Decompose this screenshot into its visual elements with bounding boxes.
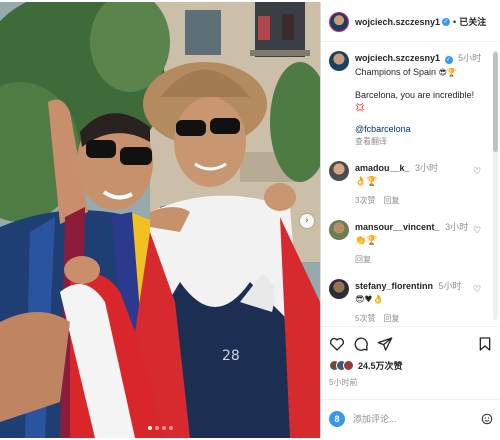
carousel-dot	[168, 426, 173, 430]
comment-time: 3小时	[445, 222, 469, 232]
chevron-right-icon[interactable]: ›	[300, 214, 314, 228]
caption-time: 5小时	[458, 53, 482, 63]
comment-time: 3小时	[415, 163, 439, 173]
commenter-avatar[interactable]	[329, 279, 349, 299]
comment-time: 5小时	[438, 281, 462, 291]
reply-button[interactable]: 回复	[383, 196, 399, 205]
verified-badge-icon: ✓	[444, 56, 453, 64]
commenter-username[interactable]: amadou__k_	[355, 163, 410, 173]
instagram-post-window: 28 › wojciech.szczesny1 ✓ • 已关注 wojciech…	[0, 0, 500, 440]
action-icon-row	[329, 335, 493, 353]
post-side-panel: wojciech.szczesny1 ✓ • 已关注 wojciech.szcz…	[320, 2, 500, 438]
carousel-dot	[147, 426, 152, 430]
commenter-username[interactable]: stefany_florentinn	[355, 281, 433, 291]
caption-line-1: Champions of Spain 😎🏆	[355, 66, 483, 79]
comment-meta: 3次赞 回复	[355, 195, 483, 206]
svg-text:28: 28	[222, 348, 240, 364]
carousel-dot	[161, 426, 166, 430]
comment-item: stefany_florentinn 5小时 😎♥👌 5次赞 回复 ♡	[329, 279, 483, 324]
comment-input[interactable]	[353, 413, 477, 424]
post-photo[interactable]: 28 ›	[0, 2, 320, 438]
current-user-avatar: 8	[329, 410, 345, 427]
post-caption: wojciech.szczesny1 ✓ 5小时 Champions of Sp…	[329, 51, 483, 147]
share-icon[interactable]	[377, 336, 393, 352]
scrollbar-thumb[interactable]	[493, 52, 498, 152]
comment-text: 👌🏆	[355, 177, 378, 187]
post-timestamp[interactable]: 5小时前	[329, 377, 493, 388]
comment-meta: 回复	[355, 254, 483, 265]
post-actions: 24.5万次赞 5小时前 8	[321, 326, 500, 438]
comment-like-count[interactable]: 5次赞	[355, 314, 375, 323]
photo-illustration: 28	[0, 2, 320, 438]
commenter-avatar[interactable]	[329, 161, 349, 181]
likes-row: 24.5万次赞	[329, 359, 493, 372]
caption-username[interactable]: wojciech.szczesny1	[355, 53, 440, 63]
dot-separator: •	[453, 16, 457, 27]
reply-button[interactable]: 回复	[383, 314, 399, 323]
caption-emoji-2: 💢	[355, 103, 365, 112]
follow-status-button[interactable]: 已关注	[459, 15, 486, 28]
author-avatar[interactable]	[329, 11, 349, 32]
caption-text-1: Champions of Spain	[355, 67, 437, 77]
mention-link[interactable]: @fcbarcelona	[355, 124, 483, 134]
comment-item: amadou__k_ 3小时 👌🏆 3次赞 回复 ♡	[329, 161, 483, 206]
heart-icon[interactable]: ♡	[473, 226, 483, 236]
reply-button[interactable]: 回复	[355, 255, 371, 264]
comment-composer: 8	[321, 399, 500, 437]
see-translation-link[interactable]: 查看翻译	[355, 136, 483, 147]
liker-avatars[interactable]	[329, 360, 354, 371]
carousel-dots	[0, 426, 320, 430]
comment-text: 👏🏆	[355, 236, 378, 246]
caption-emoji-1: 😎🏆	[438, 68, 457, 77]
commenter-username[interactable]: mansour__vincent_	[355, 222, 440, 232]
comment-item: mansour__vincent_ 3小时 👏🏆 回复 ♡	[329, 220, 483, 265]
comments-list[interactable]: wojciech.szczesny1 ✓ 5小时 Champions of Sp…	[321, 43, 491, 326]
post-header: wojciech.szczesny1 ✓ • 已关注	[321, 2, 500, 42]
liker-avatar	[343, 360, 354, 371]
caption-line-2: Barcelona, you are incredible! 💢	[355, 89, 483, 114]
comment-text: 😎♥👌	[355, 295, 384, 305]
comment-icon[interactable]	[353, 336, 369, 352]
comments-scrollbar[interactable]	[493, 50, 498, 320]
like-count[interactable]: 24.5万次赞	[358, 359, 403, 372]
caption-text-2: Barcelona, you are incredible!	[355, 90, 475, 100]
heart-icon[interactable]: ♡	[473, 167, 483, 177]
carousel-dot	[154, 426, 159, 430]
commenter-avatar[interactable]	[329, 220, 349, 240]
comment-like-count[interactable]: 3次赞	[355, 196, 375, 205]
heart-icon[interactable]	[329, 336, 345, 352]
smiley-icon[interactable]	[481, 413, 493, 425]
bookmark-icon[interactable]	[477, 336, 493, 352]
caption-author-avatar[interactable]	[329, 51, 349, 71]
heart-icon[interactable]: ♡	[473, 285, 483, 295]
verified-badge-icon: ✓	[442, 17, 451, 26]
comment-meta: 5次赞 回复	[355, 313, 483, 324]
author-username[interactable]: wojciech.szczesny1	[355, 17, 440, 27]
